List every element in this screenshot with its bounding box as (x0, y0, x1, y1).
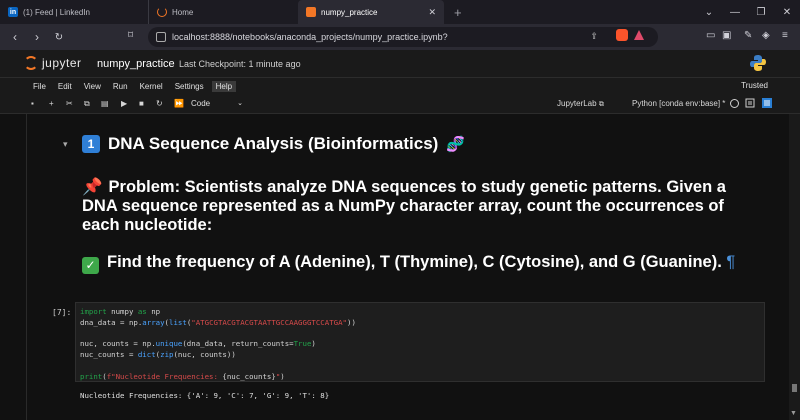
cell-type-select[interactable]: Code ⌄ (191, 99, 243, 108)
restart-icon[interactable]: ↻ (156, 99, 163, 108)
vertical-scrollbar[interactable] (789, 114, 800, 420)
open-jupyterlab-button[interactable]: JupyterLab ⧉ (557, 99, 604, 109)
restore-icon[interactable]: ❐ (748, 7, 774, 18)
forward-icon[interactable]: › (28, 30, 46, 44)
jupyter-logo[interactable]: jupyter (24, 56, 82, 70)
check-mark-icon: ✓ (82, 257, 99, 274)
tab-home[interactable]: Home (148, 0, 298, 24)
minimize-icon[interactable]: — (722, 7, 748, 18)
extensions-icon[interactable]: ✎ (744, 30, 752, 41)
linkedin-icon: in (8, 7, 18, 17)
menu-edit[interactable]: Edit (58, 82, 72, 91)
close-tab-icon[interactable]: ✕ (428, 7, 436, 18)
scroll-down-icon[interactable]: ▼ (790, 410, 797, 417)
cell-gutter (26, 114, 27, 420)
brave-shields-icon[interactable] (616, 29, 628, 41)
section-heading: 1 DNA Sequence Analysis (Bioinformatics)… (82, 134, 465, 154)
menu-run[interactable]: Run (113, 82, 128, 91)
jupyter-home-icon (157, 7, 167, 17)
bookmark-icon[interactable]: ⌑ (128, 30, 133, 41)
python-logo-icon (750, 55, 766, 71)
kernel-status-icon (730, 99, 739, 108)
vpn-icon[interactable]: ◈ (762, 30, 770, 41)
menu-icon[interactable]: ≡ (782, 30, 788, 41)
tab-title: numpy_practice (321, 7, 378, 17)
brave-rewards-icon[interactable] (633, 29, 645, 41)
execution-count: [7]: (52, 308, 72, 317)
menu-settings[interactable]: Settings (175, 82, 204, 91)
menu-help[interactable]: Help (211, 80, 237, 92)
notebook-toolbar: ▪ + ✂ ⧉ ▤ ▶ ■ ↻ ⏩ Code ⌄ JupyterLab ⧉ Py… (0, 94, 800, 114)
reload-icon[interactable]: ↻ (50, 32, 68, 43)
tab-title: Home (172, 7, 194, 17)
tab-numpy-practice[interactable]: numpy_practice ✕ (298, 0, 444, 24)
window-controls: ⌄ — ❐ ✕ (696, 0, 800, 24)
notebook-icon (306, 7, 316, 17)
address-bar[interactable]: ⌑ localhost:8888/notebooks/anaconda_proj… (128, 27, 658, 47)
menu-view[interactable]: View (84, 82, 101, 91)
cell-output: Nucleotide Frequencies: {'A': 9, 'C': 7,… (80, 391, 330, 400)
code-cell-editor[interactable]: import numpy as np dna_data = np.array(l… (75, 302, 765, 382)
jupyter-header: jupyter numpy_practice Last Checkpoint: … (0, 50, 800, 78)
scrollbar-thumb[interactable] (792, 384, 797, 392)
menu-file[interactable]: File (33, 82, 46, 91)
screen: in (1) Feed | LinkedIn Home numpy_practi… (0, 0, 800, 420)
save-icon[interactable]: ▪ (31, 99, 34, 108)
chevron-down-icon: ⌄ (237, 100, 243, 107)
tab-list-chevron-icon[interactable]: ⌄ (696, 7, 722, 18)
close-window-icon[interactable]: ✕ (774, 7, 800, 18)
jupyter-logo-icon (24, 56, 38, 70)
new-tab-button[interactable]: + (444, 0, 472, 24)
trusted-status[interactable]: Trusted (741, 81, 768, 90)
wallet-icon[interactable]: ▣ (722, 30, 731, 41)
cut-icon[interactable]: ✂ (66, 99, 73, 108)
problem-heading: 📌 Problem: Scientists analyze DNA sequenc… (82, 178, 726, 234)
external-link-icon: ⧉ (598, 101, 604, 108)
tab-linkedin[interactable]: in (1) Feed | LinkedIn (0, 0, 148, 24)
checkpoint-status: Last Checkpoint: 1 minute ago (179, 59, 301, 69)
page-info-icon[interactable] (156, 32, 166, 42)
navigation-bar: ‹ › ↻ ⌑ localhost:8888/notebooks/anacond… (0, 24, 800, 50)
notebook-area: ▾ 1 DNA Sequence Analysis (Bioinformatic… (0, 114, 800, 420)
browser-tab-bar: in (1) Feed | LinkedIn Home numpy_practi… (0, 0, 800, 24)
notebook-title[interactable]: numpy_practice (97, 58, 175, 70)
sidebar-icon[interactable]: ▭ (706, 30, 715, 41)
pushpin-icon: 📌 (82, 178, 103, 196)
menu-kernel[interactable]: Kernel (140, 82, 163, 91)
tab-title: (1) Feed | LinkedIn (23, 7, 91, 17)
collapse-heading-icon[interactable]: ▾ (63, 139, 68, 150)
restart-run-all-icon[interactable]: ⏩ (174, 99, 184, 108)
menu-bar: File Edit View Run Kernel Settings Help (0, 78, 800, 94)
paste-icon[interactable]: ▤ (101, 99, 109, 108)
property-inspector-icon[interactable] (762, 98, 772, 108)
dna-icon: 🧬 (446, 136, 466, 153)
keycap-one-icon: 1 (82, 135, 100, 153)
stop-icon[interactable]: ■ (139, 99, 144, 108)
back-icon[interactable]: ‹ (6, 30, 24, 44)
anchor-link[interactable]: ¶ (726, 253, 735, 271)
copy-icon[interactable]: ⧉ (84, 99, 90, 109)
code-text: import numpy as np dna_data = np.array(l… (80, 307, 356, 381)
debugger-icon[interactable] (745, 98, 755, 108)
kernel-name[interactable]: Python [conda env:base] * (632, 99, 725, 108)
url-text: localhost:8888/notebooks/anaconda_projec… (172, 32, 448, 42)
task-heading: ✓ Find the frequency of A (Adenine), T (T… (82, 253, 762, 274)
share-icon[interactable]: ⇪ (590, 31, 598, 42)
run-icon[interactable]: ▶ (121, 99, 127, 108)
add-cell-icon[interactable]: + (49, 99, 54, 108)
